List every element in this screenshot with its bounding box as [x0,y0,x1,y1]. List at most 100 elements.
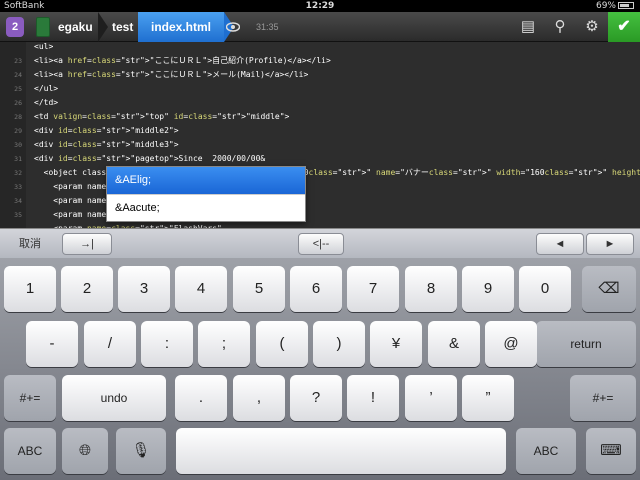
code-line[interactable]: 33 <param name "> [0,180,640,194]
symbol-key[interactable]: ( [256,321,308,367]
line-number: 29 [14,127,22,135]
symbol-key[interactable]: & [428,321,480,367]
code-line[interactable]: 26 </td> [0,96,640,110]
clock: 12:29 [305,1,335,11]
line-number: 23 [14,57,22,65]
key-1[interactable]: 2 [61,266,113,312]
code-line[interactable]: 24 <li><a href=class="str">"ここにＵＲＬ">メール(M… [0,68,640,82]
line-number: 35 [14,211,22,219]
key-9[interactable]: 0 [519,266,571,312]
line-number: 31 [14,155,22,163]
gear-icon[interactable]: ⚙ [582,17,602,37]
battery: 69% [596,0,634,12]
key-5[interactable]: 6 [290,266,342,312]
code-text: <ul> [34,42,54,51]
cursor-left-button[interactable]: ◄ [536,233,584,255]
key-4[interactable]: 5 [233,266,285,312]
punctuation-key[interactable]: ” [462,375,514,421]
battery-icon [618,2,634,9]
microphone-icon[interactable]: 🎙︎ [116,428,166,474]
tab-count-badge[interactable]: 2 [6,17,24,37]
app-window: SoftBank 12:29 69% 2 egaku test index.ht… [0,0,640,480]
key-8[interactable]: 9 [462,266,514,312]
code-line[interactable]: 25 </ul> [0,82,640,96]
battery-percent: 69% [595,1,616,11]
line-number: 24 [14,71,22,79]
dismiss-keyboard-icon[interactable]: ⌨ [586,428,636,474]
symbols-key-left[interactable]: #+= [4,375,56,421]
symbols-key-right[interactable]: #+= [570,375,636,421]
key-7[interactable]: 8 [405,266,457,312]
key-3[interactable]: 4 [175,266,227,312]
punctuation-key[interactable]: ? [290,375,342,421]
line-number: 34 [14,197,22,205]
key-0[interactable]: 1 [4,266,56,312]
code-text: <param name [34,196,107,205]
code-text: <li><a href=class="str">"ここにＵＲＬ">メール(Mai… [34,70,309,79]
symbol-key[interactable]: ; [198,321,250,367]
code-editor[interactable]: <ul> 23 <li><a href=class="str">"ここにＵＲＬ">自… [0,42,640,228]
breadcrumb-current-file[interactable]: index.html [138,12,234,42]
code-line[interactable]: <ul> [0,42,640,54]
editor-toolbar: 2 egaku test index.html 31:35 ▤ ⚲ ⚙ ✔ [0,12,640,42]
line-number: 30 [14,141,22,149]
tab-key-button[interactable]: →| [62,233,112,255]
search-icon[interactable]: ⚲ [550,17,570,37]
code-text: <td valign=class="str">"top" id=class="s… [34,112,290,121]
code-text: </td> [34,98,59,107]
code-text: <li><a href=class="str">"ここにＵＲＬ">自己紹介(Pr… [34,56,331,65]
keyboard: ⌫ return #+= undo #+= ABC 🌐︎ 🎙︎ ABC ⌨ 12… [0,258,640,480]
cancel-button[interactable]: 取消 [6,233,54,255]
undo-key[interactable]: undo [62,375,166,421]
symbol-key[interactable]: / [84,321,136,367]
key-2[interactable]: 3 [118,266,170,312]
autocomplete-popup: &AElig; &Aacute; [106,166,306,222]
document-icon[interactable]: ▤ [518,17,538,37]
key-6[interactable]: 7 [347,266,399,312]
code-line[interactable]: 29 <div id=class="str">"middle2"> [0,124,640,138]
code-text: <div id=class="str">"pagetop">Since 2000… [34,154,266,163]
space-key[interactable] [176,428,506,474]
globe-icon[interactable]: 🌐︎ [62,428,108,474]
code-text: <param name [34,210,107,219]
line-number: 33 [14,183,22,191]
symbol-key[interactable]: - [26,321,78,367]
code-line[interactable]: 34 <param name [0,194,640,208]
preview-eye-icon[interactable] [226,21,240,33]
abc-key-left[interactable]: ABC [4,428,56,474]
cursor-right-button[interactable]: ► [586,233,634,255]
punctuation-key[interactable]: . [175,375,227,421]
code-text: <div id=class="str">"middle3"> [34,140,179,149]
keyboard-accessory-bar: 取消 →| <|-- ◄ ► [0,228,640,258]
code-line[interactable]: 35 <param name [0,208,640,222]
notebook-icon[interactable] [36,17,50,37]
code-line[interactable]: 23 <li><a href=class="str">"ここにＵＲＬ">自己紹介(… [0,54,640,68]
symbol-key[interactable]: ¥ [370,321,422,367]
status-bar: SoftBank 12:29 69% [0,0,640,12]
line-number: 28 [14,113,22,121]
done-check-icon[interactable]: ✔ [608,12,640,42]
code-text: </ul> [34,84,59,93]
autocomplete-item-selected[interactable]: &AElig; [107,167,305,194]
code-line[interactable]: 28 <td valign=class="str">"top" id=class=… [0,110,640,124]
punctuation-key[interactable]: ’ [405,375,457,421]
delete-key-icon[interactable]: ⌫ [582,266,636,312]
breadcrumb-egaku[interactable]: egaku [58,12,93,42]
symbol-key[interactable]: : [141,321,193,367]
code-text: <div id=class="str">"middle2"> [34,126,179,135]
code-line[interactable]: 32 <object class 40000class="str">" name… [0,166,640,180]
symbol-key[interactable]: @ [485,321,537,367]
punctuation-key[interactable]: ! [347,375,399,421]
line-number: 25 [14,85,22,93]
hide-keyboard-icon[interactable]: <|-- [298,233,344,255]
return-key[interactable]: return [536,321,636,367]
line-number: 32 [14,169,22,177]
code-line[interactable]: 31 <div id=class="str">"pagetop">Since 20… [0,152,640,166]
breadcrumb-test[interactable]: test [112,12,133,42]
timestamp: 31:35 [256,22,279,32]
autocomplete-item[interactable]: &Aacute; [107,194,305,221]
symbol-key[interactable]: ) [313,321,365,367]
punctuation-key[interactable]: , [233,375,285,421]
abc-key-right[interactable]: ABC [516,428,576,474]
code-line[interactable]: 30 <div id=class="str">"middle3"> [0,138,640,152]
